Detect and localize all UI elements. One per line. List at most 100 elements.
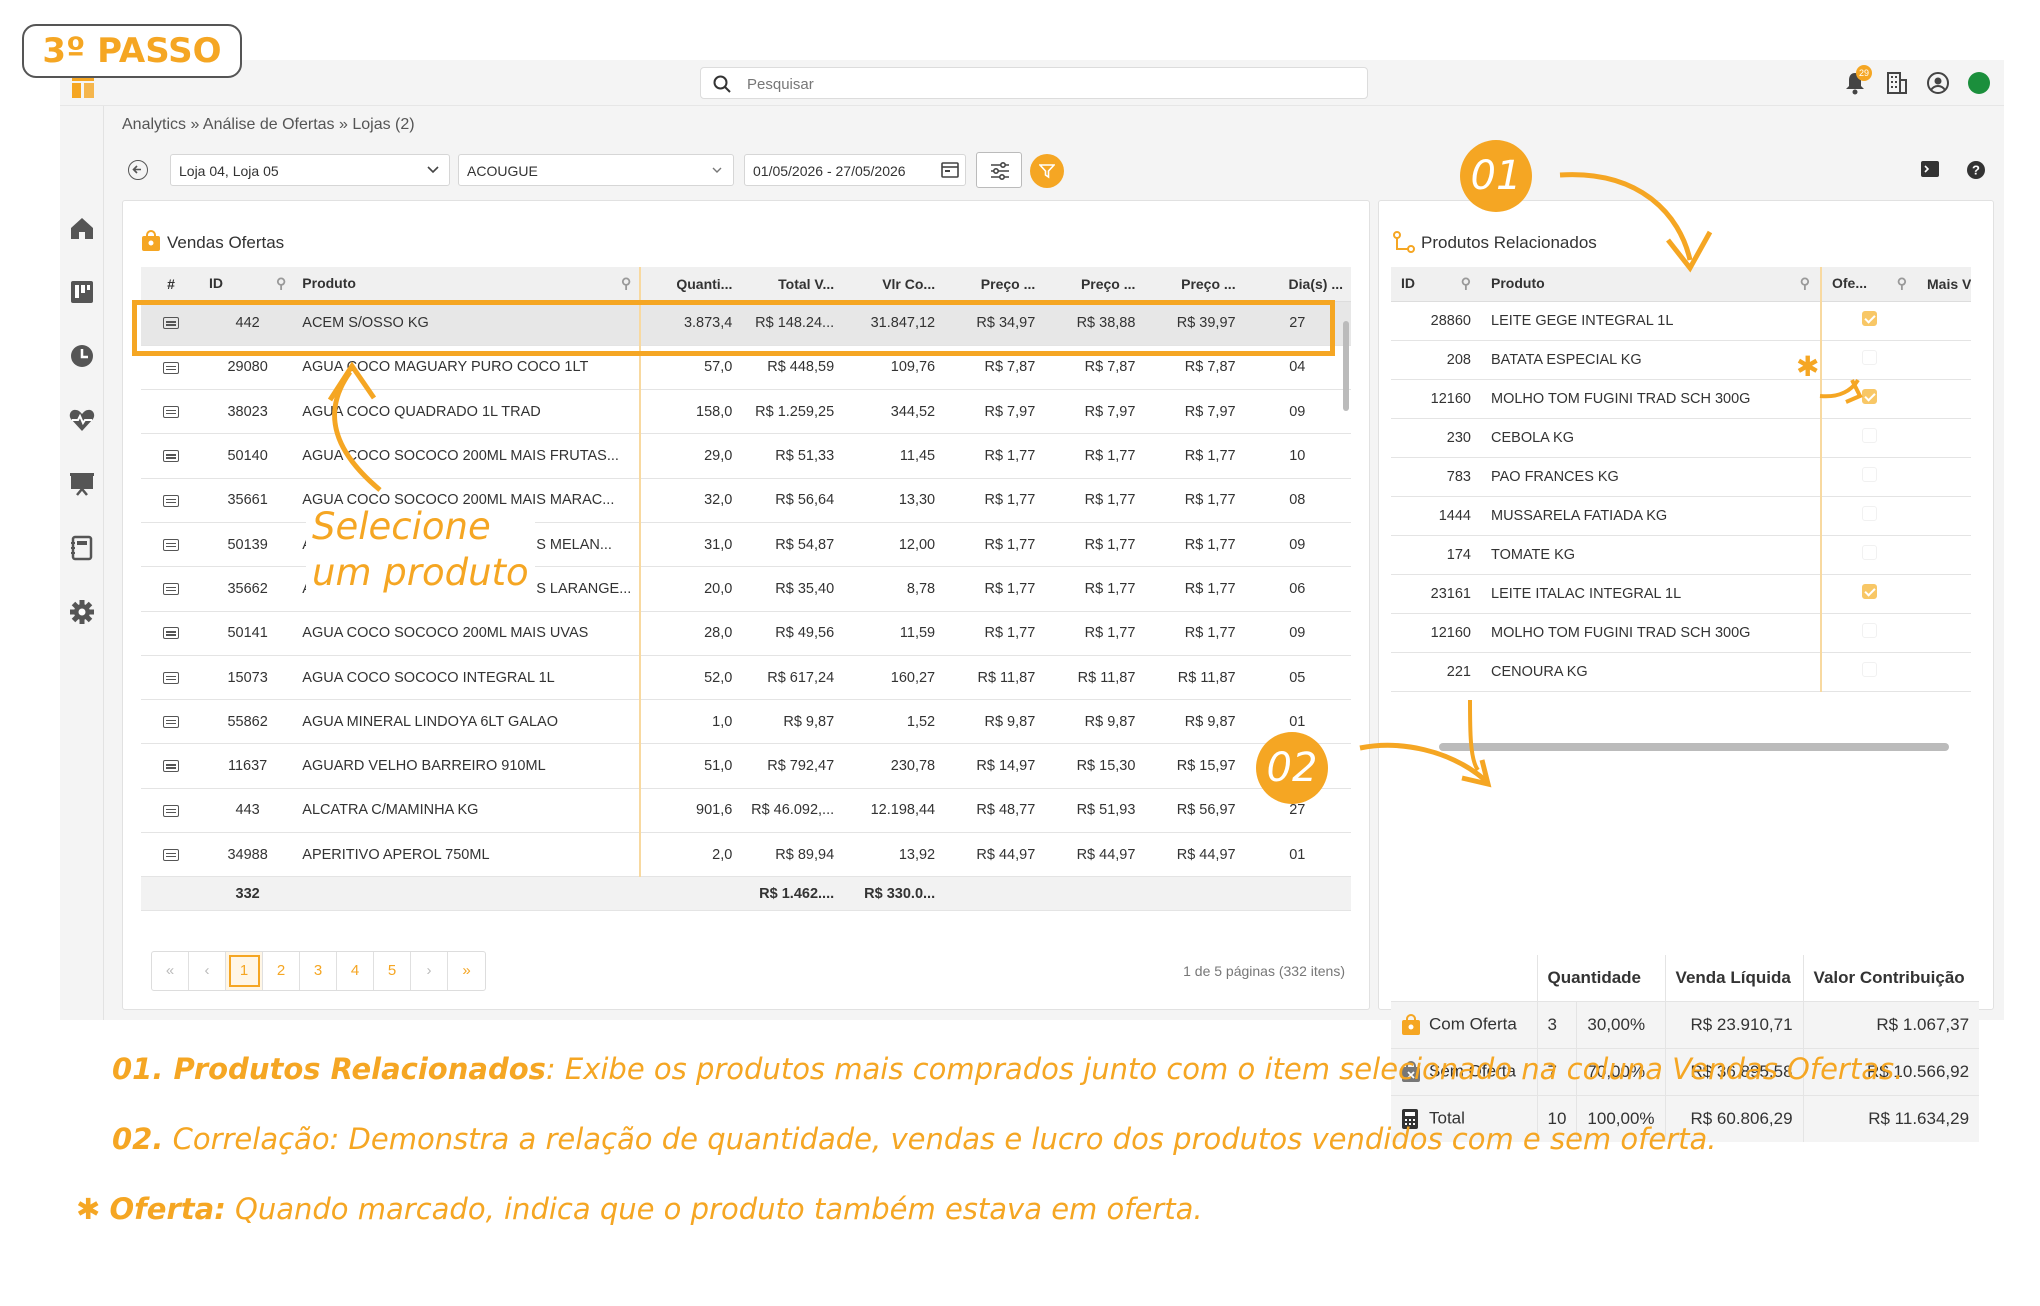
col-header-price-3[interactable]: Preço ...	[1143, 267, 1244, 302]
related-products-title: Produtos Relacionados	[1421, 233, 1597, 252]
table-row[interactable]: 174TOMATE KG 66	[1391, 535, 1971, 575]
row-detail[interactable]	[141, 832, 201, 878]
col-header-offer[interactable]: Ofe... ⚲	[1821, 267, 1917, 302]
table-row[interactable]: 15073 AGUA COCO SOCOCO INTEGRAL 1L 52,0 R$ …	[141, 655, 1351, 701]
row-detail[interactable]	[141, 433, 201, 479]
help-icon[interactable]: ?	[1966, 160, 1986, 180]
row-detail[interactable]	[141, 522, 201, 568]
history-clock-icon[interactable]	[68, 342, 96, 370]
row-detail-icon[interactable]	[162, 760, 179, 773]
row-detail[interactable]	[141, 788, 201, 834]
horizontal-scrollbar[interactable]	[1439, 743, 1949, 751]
page-button-1[interactable]: 1	[226, 952, 263, 990]
col-header-more-sold[interactable]: Mais V	[1917, 267, 1971, 302]
presentation-board-icon[interactable]	[68, 470, 96, 498]
row-detail-icon[interactable]	[162, 627, 179, 640]
terminal-icon[interactable]	[1920, 160, 1940, 178]
filter-funnel-icon[interactable]: ⚲	[1897, 275, 1907, 292]
table-row[interactable]: 34988 APERITIVO APEROL 750ML 2,0 R$ 89,94 13…	[141, 832, 1351, 878]
row-detail[interactable]	[141, 478, 201, 523]
row-detail[interactable]	[141, 743, 201, 789]
table-row[interactable]: 443 ALCATRA C/MAMINHA KG 901,6 R$ 46.092,..…	[141, 788, 1351, 834]
scrollbar-thumb[interactable]	[1343, 321, 1349, 411]
row-detail-icon[interactable]	[162, 848, 179, 861]
row-detail[interactable]	[141, 389, 201, 435]
row-product: BATATA ESPECIAL KG	[1481, 340, 1822, 380]
col-header-days[interactable]: Dia(s) ...	[1243, 267, 1351, 302]
row-detail-icon[interactable]	[162, 494, 179, 507]
row-detail-icon[interactable]	[162, 405, 179, 418]
bell-icon[interactable]: 29	[1844, 65, 1872, 95]
kanban-board-icon[interactable]	[68, 278, 96, 306]
table-row[interactable]: 783PAO FRANCES KG 74	[1391, 457, 1971, 497]
row-detail-icon[interactable]	[162, 361, 179, 374]
first-page-button[interactable]: «	[152, 952, 189, 990]
col-header-id[interactable]: ID ⚲	[1391, 267, 1481, 302]
table-row[interactable]: 50141 AGUA COCO SOCOCO 200ML MAIS UVAS 28,…	[141, 611, 1351, 656]
page-button-5[interactable]: 5	[374, 952, 411, 990]
col-header-price-2[interactable]: Preço ...	[1043, 267, 1144, 302]
filter-funnel-icon[interactable]: ⚲	[621, 275, 631, 292]
table-row[interactable]: 230CEBOLA KG 79	[1391, 418, 1971, 458]
select-product-hint-line2: um produto	[312, 551, 529, 594]
row-detail[interactable]	[141, 655, 201, 701]
table-row[interactable]: 11637 AGUARD VELHO BARREIRO 910ML 51,0 R$ 7…	[141, 743, 1351, 789]
col-header-total-sales[interactable]: Total V...	[740, 267, 843, 302]
sliders-icon	[991, 161, 1009, 181]
filter-funnel-icon[interactable]: ⚲	[276, 275, 286, 292]
filter-funnel-icon[interactable]: ⚲	[1461, 275, 1471, 292]
building-icon[interactable]	[1886, 71, 1908, 95]
row-detail[interactable]	[141, 699, 201, 745]
row-detail-icon[interactable]	[162, 450, 179, 463]
row-detail-icon[interactable]	[162, 804, 179, 817]
table-row[interactable]: 38023 AGUA COCO QUADRADO 1L TRAD 158,0 R$ 1…	[141, 389, 1351, 435]
row-detail-icon[interactable]	[162, 715, 179, 728]
row-detail-icon[interactable]	[162, 671, 179, 684]
row-detail-icon[interactable]	[162, 583, 179, 596]
col-header-product[interactable]: Produto ⚲	[294, 267, 642, 302]
page-button-4[interactable]: 4	[337, 952, 374, 990]
table-row[interactable]: 12160MOLHO TOM FUGINI TRAD SCH 300G 58	[1391, 613, 1971, 653]
settings-gear-icon[interactable]	[68, 598, 96, 626]
calendar-icon[interactable]	[941, 162, 959, 178]
notebook-icon[interactable]	[68, 534, 96, 562]
health-heart-icon[interactable]	[68, 406, 96, 434]
stores-select[interactable]: Loja 04, Loja 05	[170, 154, 450, 186]
table-row[interactable]: 50140 AGUA COCO SOCOCO 200ML MAIS FRUTAS.…	[141, 433, 1351, 479]
row-detail[interactable]	[141, 566, 201, 612]
col-header-contribution[interactable]: Vlr Co...	[842, 267, 944, 302]
table-row[interactable]: 12160MOLHO TOM FUGINI TRAD SCH 300G 80!	[1391, 379, 1971, 419]
date-range-input[interactable]: 01/05/2026 - 27/05/2026	[744, 154, 966, 186]
home-icon[interactable]	[68, 214, 96, 242]
row-detail-icon[interactable]	[162, 538, 179, 551]
page-button-2[interactable]: 2	[263, 952, 300, 990]
col-header-product[interactable]: Produto ⚲	[1481, 267, 1822, 302]
back-button[interactable]	[128, 160, 148, 180]
col-header-price-1[interactable]: Preço ...	[943, 267, 1044, 302]
table-row[interactable]: 23161LEITE ITALAC INTEGRAL 1L 60	[1391, 574, 1971, 614]
filter-funnel-icon[interactable]: ⚲	[1800, 275, 1810, 292]
table-row[interactable]: 221CENOURA KG 53!	[1391, 652, 1971, 692]
row-price-1: R$ 1,77	[943, 566, 1044, 612]
last-page-button[interactable]: »	[448, 952, 485, 990]
prev-page-button[interactable]: ‹	[189, 952, 226, 990]
vertical-scrollbar[interactable]	[1343, 311, 1351, 896]
user-account-icon[interactable]	[1926, 71, 1950, 95]
row-days: 06	[1243, 566, 1351, 612]
table-row[interactable]: 55862 AGUA MINERAL LINDOYA 6LT GALAO 1,0 R$…	[141, 699, 1351, 745]
table-row[interactable]: 208BATATA ESPECIAL KG 870	[1391, 340, 1971, 380]
col-header-quantity[interactable]: Quanti...	[640, 267, 741, 302]
advanced-filter-button[interactable]	[976, 152, 1022, 188]
section-select[interactable]: ACOUGUE	[458, 154, 734, 186]
col-header-index[interactable]: #	[141, 267, 201, 302]
table-row[interactable]: 1444MUSSARELA FATIADA KG 679	[1391, 496, 1971, 536]
page-button-3[interactable]: 3	[300, 952, 337, 990]
search-input[interactable]: Pesquisar	[700, 67, 1368, 99]
row-id: 12160	[1391, 379, 1481, 419]
table-row[interactable]: 28860LEITE GEGE INTEGRAL 1L 97.	[1391, 301, 1971, 341]
row-detail[interactable]	[141, 611, 201, 656]
col-header-id[interactable]: ID ⚲	[200, 267, 295, 302]
row-offer	[1821, 379, 1917, 419]
next-page-button[interactable]: ›	[411, 952, 448, 990]
apply-filter-button[interactable]	[1030, 154, 1064, 188]
